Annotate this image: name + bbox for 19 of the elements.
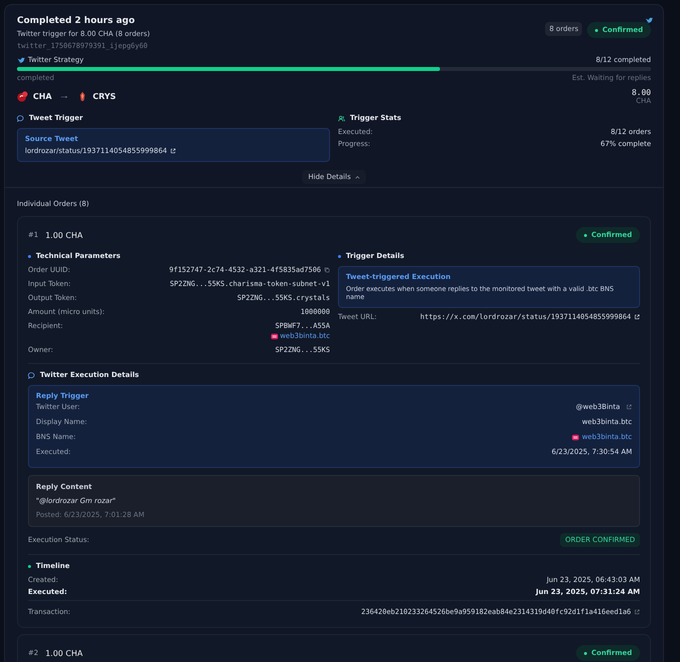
chat-icon (17, 114, 24, 122)
order-amount: 1.00 CHA (45, 648, 83, 658)
bns-badge-icon (572, 434, 579, 440)
bns-badge-icon (270, 332, 278, 340)
swap-amount: 8.00 (632, 88, 651, 97)
card-title: Completed 2 hours ago (17, 16, 136, 26)
bullet-icon (338, 254, 341, 258)
token-symbol: CHA (33, 92, 52, 101)
people-icon (338, 114, 345, 122)
bullet-icon (28, 254, 31, 258)
bird-icon (645, 17, 653, 24)
order-amount: 1.00 CHA (45, 230, 83, 240)
token-icon (17, 91, 28, 102)
token-symbol: CRYS (92, 92, 116, 101)
arrow-icon (60, 94, 68, 98)
bullet-icon (28, 564, 31, 568)
chat-icon (28, 372, 35, 378)
copy-icon[interactable] (324, 267, 330, 273)
bird-icon (17, 56, 25, 64)
